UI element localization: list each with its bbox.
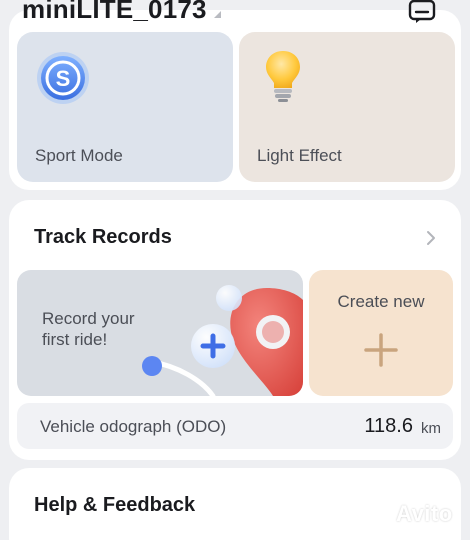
help-feedback-title: Help & Feedback — [34, 494, 196, 516]
sport-mode-label: Sport Mode — [35, 146, 123, 165]
app-screen: S Sport Mode Light Effect miniLITE_0173 … — [0, 0, 470, 540]
odometer-unit: km — [421, 420, 441, 437]
odometer-value: 118.6 — [364, 415, 413, 437]
odometer-row: Vehicle odograph (ODO) 118.6 km — [17, 403, 453, 449]
mode-panel: S Sport Mode Light Effect — [9, 10, 461, 190]
sport-mode-card[interactable]: S Sport Mode — [17, 32, 233, 182]
record-prompt-line2: first ride! — [42, 330, 108, 349]
create-new-label: Create new — [337, 292, 425, 311]
track-records-panel: Track Records Record your first ride! Cr… — [9, 200, 461, 460]
plus-icon — [364, 333, 398, 367]
chat-bubble-icon[interactable] — [408, 0, 436, 24]
track-records-title[interactable]: Track Records — [34, 226, 172, 249]
avito-logo-icon — [364, 502, 392, 528]
device-name[interactable]: miniLITE_0173 — [22, 0, 207, 25]
light-effect-card[interactable]: Light Effect — [239, 32, 455, 182]
avito-watermark: Avito — [362, 498, 462, 530]
light-effect-label: Light Effect — [257, 146, 342, 165]
svg-text:S: S — [56, 66, 71, 91]
watermark-text: Avito — [396, 501, 453, 526]
create-new-record-button[interactable]: Create new — [309, 270, 453, 396]
odometer-label: Vehicle odograph (ODO) — [40, 417, 227, 436]
record-prompt-line1: Record your — [42, 309, 135, 328]
device-switch-caret-icon[interactable] — [214, 11, 221, 18]
record-first-ride-card[interactable]: Record your first ride! — [17, 270, 303, 396]
app-header: miniLITE_0173 — [0, 0, 470, 30]
chevron-right-icon[interactable] — [425, 230, 437, 246]
light-bulb-icon — [266, 51, 300, 102]
record-prompt: Record your first ride! — [42, 308, 162, 350]
sport-mode-icon: S — [37, 52, 89, 104]
